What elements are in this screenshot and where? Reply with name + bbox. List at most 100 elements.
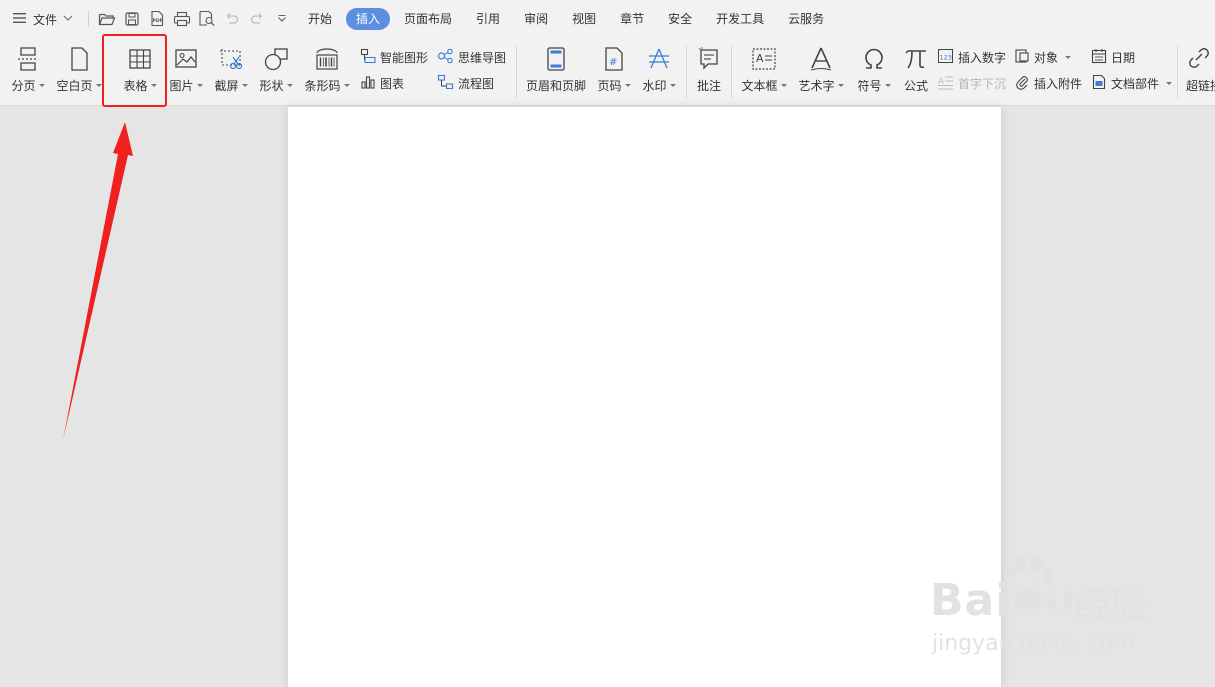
word-art-icon: [808, 44, 834, 74]
watermark-brand-cn: 经验: [1075, 586, 1148, 627]
watermark-brand: Baidu: [930, 575, 1077, 626]
watermark-icon: [646, 44, 672, 74]
undo-icon[interactable]: [222, 9, 241, 28]
barcode-label: 条形码: [304, 79, 341, 93]
smart-art-label: 智能图形: [380, 50, 429, 65]
quick-access-toolbar: PDF: [88, 9, 291, 28]
bar-chart-icon: [360, 74, 376, 93]
tab-chapter[interactable]: 章节: [610, 8, 654, 30]
comment-icon: [696, 44, 722, 74]
hyperlink-label: 超链接: [1186, 79, 1215, 93]
comment-button[interactable]: 批注: [693, 44, 725, 102]
export-pdf-icon[interactable]: PDF: [147, 9, 166, 28]
smart-art-icon: [360, 48, 376, 67]
word-art-button[interactable]: 艺术字: [797, 44, 845, 102]
page-break-label: 分页: [11, 79, 36, 93]
ribbon-divider: [686, 46, 687, 98]
date-button[interactable]: 日期: [1091, 47, 1135, 67]
object-icon: [1014, 48, 1030, 67]
menu-bar: 文件 PDF 开始 插入 页面布局 引用 审阅 视图 章节 安全 开发工具 云服…: [0, 0, 1215, 38]
picture-button[interactable]: 图片: [168, 44, 204, 102]
file-menu[interactable]: 文件: [12, 9, 74, 29]
attachment-button[interactable]: 插入附件: [1014, 73, 1082, 93]
flowchart-label: 流程图: [458, 76, 495, 91]
header-footer-button[interactable]: 页眉和页脚: [524, 44, 588, 102]
insert-number-label: 插入数字: [958, 50, 1007, 65]
text-box-button[interactable]: A 文本框: [740, 44, 788, 102]
mind-map-label: 思维导图: [458, 50, 507, 65]
tab-page-layout[interactable]: 页面布局: [394, 8, 462, 30]
file-menu-label: 文件: [33, 12, 58, 27]
page-break-icon: [16, 44, 40, 74]
tab-cloud-service[interactable]: 云服务: [778, 8, 834, 30]
svg-text:A: A: [756, 52, 764, 65]
text-box-label: 文本框: [741, 79, 778, 93]
formula-label: 公式: [903, 79, 928, 93]
tab-insert[interactable]: 插入: [346, 8, 391, 30]
insert-ribbon: 分页 空白页 表格 图片 截屏 形状 条形码 智能图形 图表 思维导图 流程图 …: [0, 38, 1215, 106]
flowchart-button[interactable]: 流程图: [437, 73, 494, 93]
shape-icon: [263, 44, 289, 74]
tab-references[interactable]: 引用: [466, 8, 510, 30]
tab-review[interactable]: 审阅: [514, 8, 558, 30]
screenshot-button[interactable]: 截屏: [212, 44, 250, 102]
picture-icon: [174, 44, 198, 74]
tab-start[interactable]: 开始: [298, 8, 342, 30]
blank-page-label: 空白页: [56, 79, 93, 93]
mind-map-icon: [437, 48, 454, 67]
insert-number-button[interactable]: 123 插入数字: [937, 47, 1006, 67]
tab-security[interactable]: 安全: [658, 8, 702, 30]
barcode-icon: [314, 44, 340, 74]
page-break-button[interactable]: 分页: [10, 44, 46, 102]
ribbon-divider: [731, 46, 732, 98]
baidu-jingyan-watermark: Baidu 经验 jingyan.baidu.com: [930, 555, 1155, 665]
link-icon: [1186, 44, 1212, 74]
smart-art-button[interactable]: 智能图形: [360, 47, 428, 67]
symbol-button[interactable]: 符号: [856, 44, 892, 102]
customize-dropdown-icon[interactable]: [272, 9, 291, 28]
text-box-icon: A: [751, 44, 777, 74]
watermark-url: jingyan.baidu.com: [932, 631, 1136, 656]
date-label: 日期: [1111, 50, 1136, 65]
tab-view[interactable]: 视图: [562, 8, 606, 30]
picture-label: 图片: [169, 79, 194, 93]
print-preview-icon[interactable]: [197, 9, 216, 28]
chart-button[interactable]: 图表: [360, 73, 404, 93]
page-number-button[interactable]: # 页码: [596, 44, 632, 102]
shape-label: 形状: [259, 79, 284, 93]
formula-button[interactable]: 公式: [900, 44, 932, 102]
word-art-label: 艺术字: [798, 79, 835, 93]
ribbon-tabs: 开始 插入 页面布局 引用 审阅 视图 章节 安全 开发工具 云服务: [298, 8, 838, 30]
symbol-label: 符号: [857, 79, 882, 93]
table-highlight-box: [102, 34, 167, 107]
tab-developer[interactable]: 开发工具: [706, 8, 774, 30]
drop-cap-button[interactable]: A 首字下沉: [937, 73, 1006, 93]
toolbar-divider: [88, 10, 89, 27]
hyperlink-button[interactable]: 超链接: [1186, 44, 1215, 102]
paperclip-icon: [1014, 74, 1030, 93]
redo-icon[interactable]: [247, 9, 266, 28]
scissors-icon: [218, 44, 244, 74]
object-button[interactable]: 对象: [1014, 47, 1072, 67]
hamburger-icon: [12, 11, 28, 28]
object-label: 对象: [1034, 50, 1059, 65]
svg-text:PDF: PDF: [152, 18, 162, 24]
save-icon[interactable]: [122, 9, 141, 28]
shape-button[interactable]: 形状: [258, 44, 294, 102]
calendar-icon: [1091, 48, 1107, 67]
drop-cap-label: 首字下沉: [958, 76, 1007, 91]
document-page[interactable]: [288, 107, 1001, 687]
ribbon-divider: [1177, 46, 1178, 98]
mind-map-button[interactable]: 思维导图: [437, 47, 506, 67]
barcode-button[interactable]: 条形码: [303, 44, 351, 102]
number-icon: 123: [937, 48, 954, 67]
flowchart-icon: [437, 74, 454, 93]
doc-parts-button[interactable]: 文档部件: [1091, 73, 1173, 93]
print-icon[interactable]: [172, 9, 191, 28]
blank-page-button[interactable]: 空白页: [56, 44, 102, 102]
header-footer-icon: [545, 44, 567, 74]
watermark-button[interactable]: 水印: [640, 44, 678, 102]
open-folder-icon[interactable]: [97, 9, 116, 28]
drop-cap-icon: A: [937, 74, 954, 93]
chart-label: 图表: [380, 76, 405, 91]
